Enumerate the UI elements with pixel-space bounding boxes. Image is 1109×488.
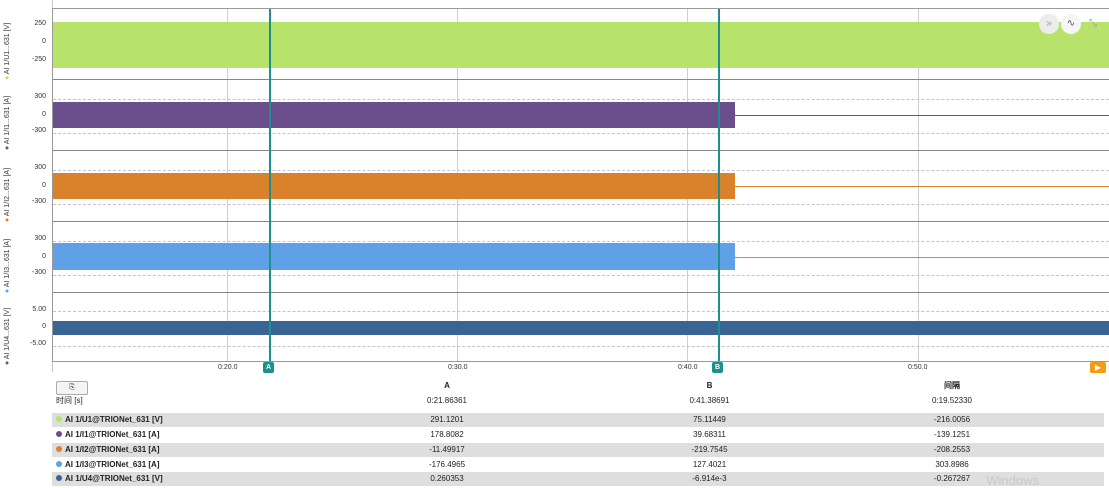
channel-axis-label-i1: ● AI 1/I1...631 [A] — [4, 95, 11, 150]
column-header-a: A — [444, 381, 450, 390]
value-b: 75.11449 — [693, 415, 726, 424]
value-a: -176.4965 — [428, 460, 466, 469]
table-header-row: ⎘ A B 间隔 — [52, 379, 1104, 395]
column-header-interval: 间隔 — [944, 381, 960, 390]
y-tick: 0 — [42, 323, 46, 330]
table-row[interactable]: AI 1/U1@TRIONet_631 [V] 291.1201 75.1144… — [52, 413, 1104, 427]
y-tick: 5.00 — [32, 306, 46, 313]
time-a: 0:21.86361 — [426, 396, 468, 405]
y-tick: 300 — [34, 164, 46, 171]
y-tick: 0 — [42, 253, 46, 260]
double-chevron-right-icon[interactable]: » — [1039, 14, 1059, 34]
waveform-i1-flat — [735, 115, 1109, 116]
y-tick: -250 — [31, 56, 46, 63]
time-row: 时间 [s] 0:21.86361 0:41.38691 0:19.52330 — [52, 394, 1104, 408]
channel-axis-label-i3: ● AI 1/I3...631 [A] — [4, 238, 11, 293]
time-interval: 0:19.52330 — [931, 396, 973, 405]
table-row[interactable]: AI 1/I2@TRIONet_631 [A] -11.49917 -219.7… — [52, 443, 1104, 457]
y-tick: 0 — [42, 111, 46, 118]
plot-toolbar: » ∿ ⤡ — [1037, 13, 1103, 34]
channel-axis-label-u4: ● AI 1/U4...631 [V] — [4, 307, 11, 365]
waveform-i2 — [53, 173, 735, 199]
waveform-u4 — [53, 321, 1109, 335]
channel-name: AI 1/U1@TRIONet_631 [V] — [65, 415, 163, 424]
channel-color-dot — [56, 461, 62, 467]
waveform-plot-area[interactable] — [52, 8, 1109, 362]
column-header-b: B — [706, 381, 713, 390]
channel-name: AI 1/I2@TRIONet_631 [A] — [65, 445, 160, 454]
channel-axis-label-i2: ● AI 1/I2...631 [A] — [4, 167, 11, 222]
table-row[interactable]: AI 1/I3@TRIONet_631 [A] -176.4965 127.40… — [52, 458, 1104, 472]
time-row-label: 时间 [s] — [56, 396, 83, 405]
channel-color-dot — [56, 446, 62, 452]
value-a: 178.8082 — [430, 430, 464, 439]
value-a: 0.260353 — [430, 474, 464, 483]
y-tick: 0 — [42, 38, 46, 45]
x-tick: 0:50.0 — [908, 364, 928, 371]
table-row[interactable]: AI 1/U4@TRIONet_631 [V] 0.260353 -6.914e… — [52, 472, 1104, 486]
y-tick: 250 — [34, 20, 46, 27]
cursor-b-line[interactable] — [718, 9, 720, 361]
panel-divider — [53, 79, 1109, 80]
value-b: 127.4021 — [692, 460, 727, 469]
channel-color-dot — [56, 475, 62, 481]
cursor-a-badge[interactable]: A — [263, 362, 274, 373]
channel-axis-label-u1: ● AI 1/U1...631 [V] — [4, 22, 11, 80]
x-tick: 0:30.0 — [448, 364, 468, 371]
waveform-u1 — [53, 22, 1109, 68]
collapse-icon[interactable]: ⤡ — [1083, 14, 1103, 34]
value-b: 39.68311 — [693, 430, 726, 439]
channel-color-dot — [56, 431, 62, 437]
value-b: -219.7545 — [691, 445, 728, 454]
copy-button[interactable]: ⎘ — [56, 381, 88, 395]
cursor-measurement-table: ⎘ A B 间隔 时间 [s] 0:21.86361 0:41.38691 0:… — [52, 377, 1104, 486]
waveform-i1 — [53, 102, 735, 128]
value-interval: -216.0056 — [933, 415, 971, 424]
y-axis-strip: ● AI 1/U1...631 [V] 250 0 -250 ● AI 1/I1… — [0, 0, 53, 372]
panel-divider — [53, 292, 1109, 293]
value-interval: 303.8986 — [935, 460, 969, 469]
y-tick: 0 — [42, 182, 46, 189]
time-b: 0:41.38691 — [689, 396, 730, 405]
panel-divider — [53, 150, 1109, 151]
y-tick: 300 — [34, 235, 46, 242]
channel-name: AI 1/I1@TRIONet_631 [A] — [65, 430, 160, 439]
table-row[interactable]: AI 1/I1@TRIONet_631 [A] 178.8082 39.6831… — [52, 428, 1104, 442]
os-activation-watermark: Windows — [986, 473, 1039, 488]
cursor-a-line[interactable] — [269, 9, 271, 361]
y-tick: -300 — [31, 198, 46, 205]
value-interval: -208.2553 — [933, 445, 971, 454]
channel-name: AI 1/I3@TRIONet_631 [A] — [65, 460, 160, 469]
x-tick: 0:20.0 — [218, 364, 238, 371]
value-a: -11.49917 — [429, 445, 465, 454]
channel-color-dot — [56, 416, 62, 422]
waveform-i2-flat — [735, 186, 1109, 187]
value-b: -6.914e-3 — [692, 474, 727, 483]
value-a: 291.1201 — [430, 415, 464, 424]
y-tick: -300 — [31, 127, 46, 134]
waveform-i3 — [53, 243, 735, 270]
panel-divider — [53, 221, 1109, 222]
y-tick: -5.00 — [30, 340, 46, 347]
y-tick: 300 — [34, 93, 46, 100]
y-tick: -300 — [31, 269, 46, 276]
play-icon[interactable]: ▶ — [1090, 362, 1106, 373]
waveform-i3-flat — [735, 257, 1109, 258]
x-tick: 0:40.0 — [678, 364, 698, 371]
waveform-icon[interactable]: ∿ — [1061, 14, 1081, 34]
channel-name: AI 1/U4@TRIONet_631 [V] — [65, 474, 163, 483]
value-interval: -139.1251 — [933, 430, 971, 439]
cursor-b-badge[interactable]: B — [712, 362, 723, 373]
